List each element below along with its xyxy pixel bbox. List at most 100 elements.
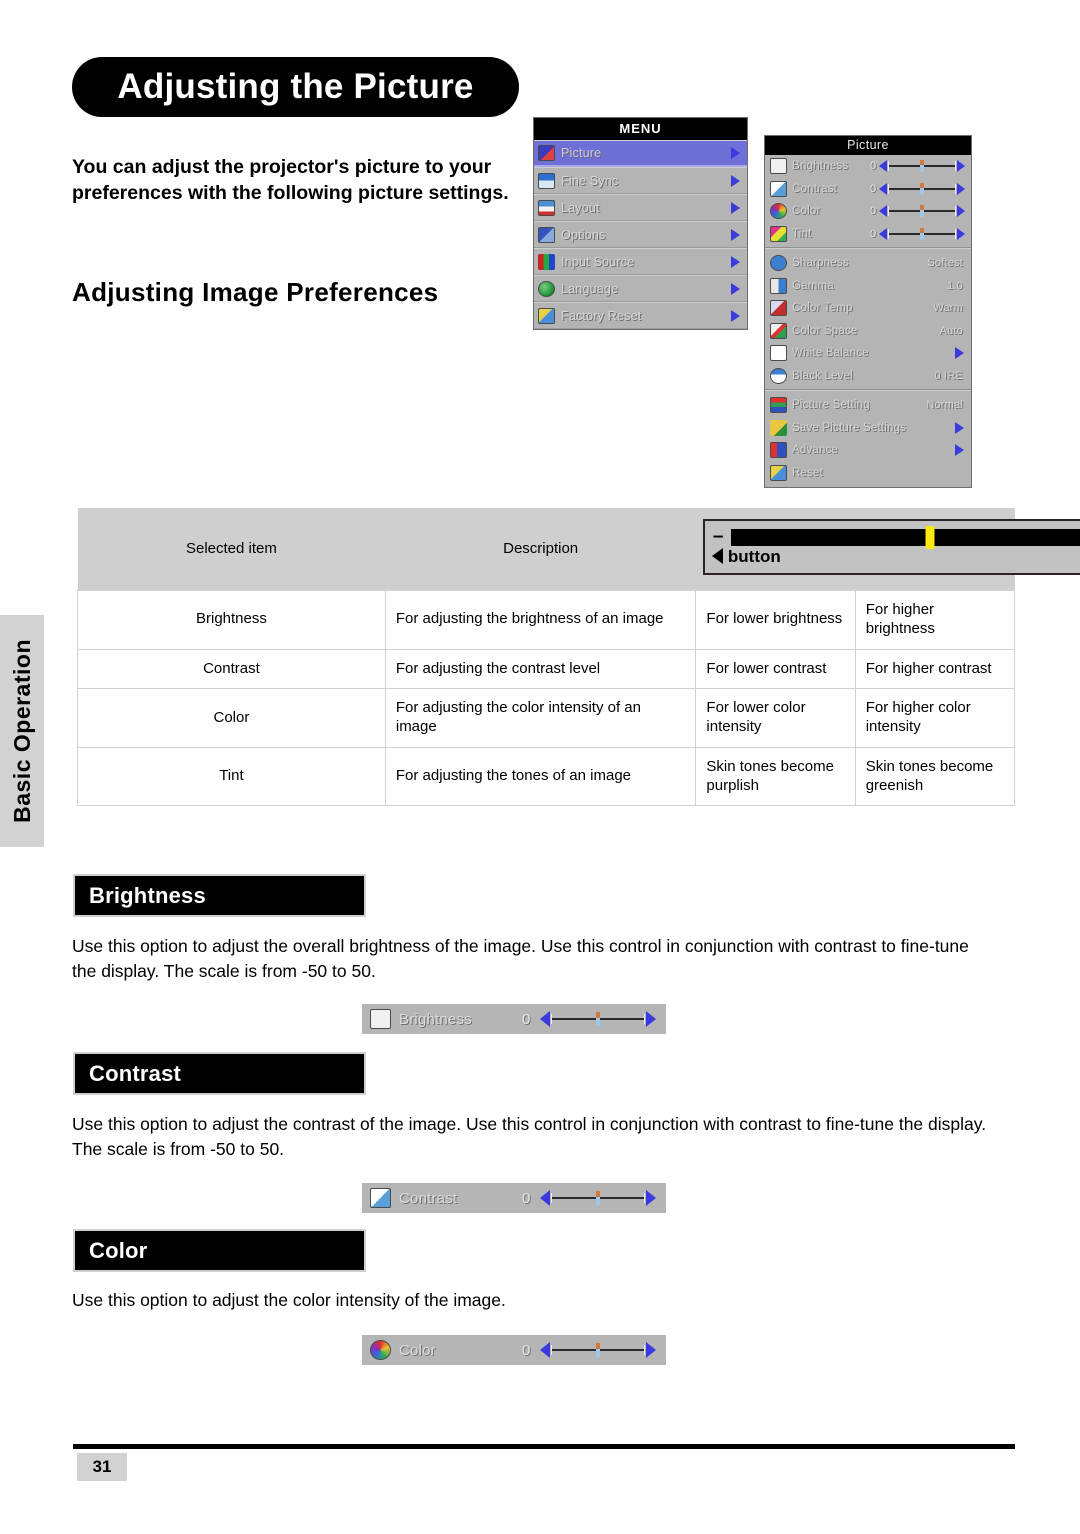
picture-row-value: Warm <box>933 302 963 315</box>
picture-row-color[interactable]: Color 0 <box>765 200 971 223</box>
picture-row-value: Normal <box>926 399 963 412</box>
osd-chip-color[interactable]: Color 0 <box>362 1335 666 1365</box>
osd-menu-title: MENU <box>534 118 747 140</box>
contrast-slider[interactable]: 0 <box>870 182 965 196</box>
osd-menu-item-factory-reset[interactable]: Factory Reset <box>534 302 747 329</box>
osd-menu-item-label: Options <box>561 227 606 242</box>
picture-row-black-level[interactable]: Black Level 0 IRE <box>765 365 971 388</box>
slider-right-arrow-icon[interactable] <box>957 227 965 240</box>
slider-track[interactable] <box>551 1343 645 1357</box>
osd-menu-item-options[interactable]: Options <box>534 221 747 248</box>
picture-row-sharpness[interactable]: Sharpness Softest <box>765 252 971 275</box>
cell-left-effect: Skin tones become purplish <box>695 746 856 807</box>
osd-menu-item-fine-sync[interactable]: Fine Sync <box>534 167 747 194</box>
cell-description: For adjusting the color intensity of an … <box>384 688 697 748</box>
osd-chip-label: Color <box>399 1341 436 1359</box>
slider-left-arrow-icon[interactable] <box>879 160 888 173</box>
picture-row-color-temp[interactable]: Color Temp Warm <box>765 297 971 320</box>
color-slider[interactable]: 0 <box>870 204 965 218</box>
brightness-icon <box>770 158 787 175</box>
slider-right-arrow-icon[interactable] <box>957 205 965 218</box>
slider-knob[interactable] <box>596 1191 600 1205</box>
osd-menu-panel: MENU Picture Fine Sync Layout Options In… <box>533 117 748 330</box>
slider-right-arrow-icon[interactable] <box>646 1011 656 1027</box>
cell-item: Color <box>77 688 386 748</box>
osd-menu-item-layout[interactable]: Layout <box>534 194 747 221</box>
color-icon <box>770 203 787 220</box>
osd-menu-item-label: Factory Reset <box>561 308 642 323</box>
cell-item: Brightness <box>77 590 386 650</box>
osd-chip-slider[interactable] <box>540 1342 656 1358</box>
picture-row-gamma[interactable]: Gamma 1.0 <box>765 275 971 298</box>
slider-right-arrow-icon[interactable] <box>646 1342 656 1358</box>
picture-row-color-space[interactable]: Color Space Auto <box>765 320 971 343</box>
slider-track[interactable] <box>888 205 956 218</box>
osd-menu-item-input-source[interactable]: Input Source <box>534 248 747 275</box>
slider-track[interactable] <box>888 182 956 195</box>
table-row: Tint For adjusting the tones of an image… <box>77 746 1016 807</box>
picture-row-tint[interactable]: Tint 0 <box>765 223 971 246</box>
osd-chip-contrast[interactable]: Contrast 0 <box>362 1183 666 1213</box>
tint-icon <box>770 225 787 242</box>
brightness-slider[interactable]: 0 <box>870 159 965 173</box>
contrast-icon <box>370 1188 391 1208</box>
picture-row-picture-setting[interactable]: Picture Setting Normal <box>765 394 971 417</box>
slider-knob[interactable] <box>920 227 925 240</box>
slider-right-arrow-icon[interactable] <box>957 160 965 173</box>
slider-left-arrow-icon[interactable] <box>879 205 888 218</box>
osd-chip-label: Contrast <box>399 1189 458 1207</box>
slider-left-arrow-icon[interactable] <box>540 1011 550 1027</box>
table-row: Brightness For adjusting the brightness … <box>77 590 1016 650</box>
slider-knob[interactable] <box>596 1343 600 1357</box>
osd-chip-label: Brightness <box>399 1010 472 1028</box>
picture-row-advance[interactable]: Advance <box>765 439 971 462</box>
section-body-contrast: Use this option to adjust the contrast o… <box>72 1114 987 1159</box>
header-button-graphic: – + button button <box>695 508 1080 591</box>
slider-left-arrow-icon[interactable] <box>540 1342 550 1358</box>
slider-track[interactable] <box>551 1191 645 1205</box>
picture-row-label: Sharpness <box>792 257 849 270</box>
osd-chip-slider[interactable] <box>540 1011 656 1027</box>
button-illustration: – + button button <box>702 519 1080 575</box>
side-tab-basic-operation: Basic Operation <box>0 615 44 847</box>
slider-right-arrow-icon[interactable] <box>646 1190 656 1206</box>
osd-menu-item-picture[interactable]: Picture <box>534 140 747 167</box>
osd-picture-panel: Picture Brightness 0 Contrast 0 Color 0 <box>764 135 972 488</box>
slider-knob[interactable] <box>596 1012 600 1026</box>
picture-row-contrast[interactable]: Contrast 0 <box>765 178 971 201</box>
advance-icon <box>770 442 787 459</box>
header-description: Description <box>385 508 696 591</box>
slider-left-arrow-icon[interactable] <box>879 182 888 195</box>
slider-left-arrow-icon[interactable] <box>540 1190 550 1206</box>
language-icon <box>538 280 555 297</box>
color-space-icon <box>770 322 787 339</box>
picture-row-save-picture-settings[interactable]: Save Picture Settings <box>765 417 971 440</box>
left-button-label-group: button <box>711 546 781 567</box>
picture-row-white-balance[interactable]: White Balance <box>765 342 971 365</box>
slider-knob[interactable] <box>920 160 925 173</box>
picture-row-label: Advance <box>792 444 839 457</box>
osd-chip-slider[interactable] <box>540 1190 656 1206</box>
section-heading-label: Color <box>89 1237 148 1263</box>
tint-slider[interactable]: 0 <box>870 227 965 241</box>
slider-track[interactable] <box>551 1012 645 1026</box>
slider-track[interactable] <box>888 227 956 240</box>
slider-knob[interactable] <box>920 205 925 218</box>
chevron-right-icon <box>731 282 740 295</box>
slider-knob[interactable] <box>920 182 925 195</box>
picture-row-label: White Balance <box>792 347 869 360</box>
chevron-right-icon <box>731 228 740 241</box>
cell-right-effect: For higher contrast <box>854 648 1016 690</box>
picture-row-label: Reset <box>792 466 824 479</box>
section-heading-color: Color <box>73 1229 366 1272</box>
osd-chip-brightness[interactable]: Brightness 0 <box>362 1004 666 1034</box>
picture-settings-table: Selected item Description – + button <box>77 508 1080 807</box>
picture-row-brightness[interactable]: Brightness 0 <box>765 155 971 178</box>
divider <box>765 247 971 249</box>
slider-track[interactable] <box>888 160 956 173</box>
picture-row-reset[interactable]: Reset <box>765 462 971 485</box>
osd-menu-item-language[interactable]: Language <box>534 275 747 302</box>
slider-left-arrow-icon[interactable] <box>879 227 888 240</box>
chevron-right-icon <box>731 147 740 159</box>
slider-right-arrow-icon[interactable] <box>957 182 965 195</box>
